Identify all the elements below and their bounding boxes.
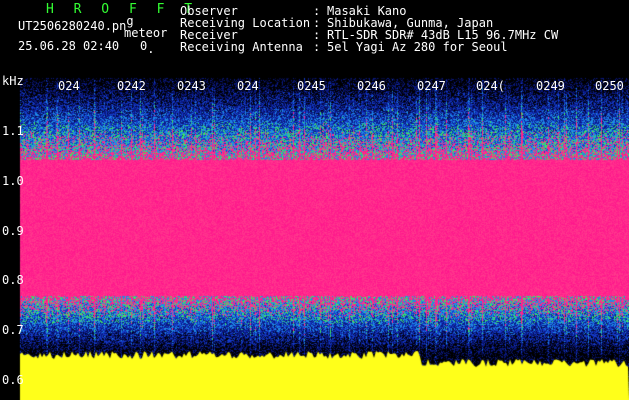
axis-tick-1-1: 1.1 — [2, 124, 24, 138]
time-label-0248: 024( — [476, 79, 505, 93]
axis-tick-0-8: 0.8 — [2, 273, 24, 287]
axis-tick-0-7: 0.7 — [2, 323, 24, 337]
antenna-separator: : — [313, 40, 321, 54]
time-label-0247: 0247 — [417, 79, 446, 93]
antenna-label: Receiving Antenna — [180, 40, 303, 54]
time-label-0242: 0242 — [117, 79, 146, 93]
time-label-0249: 0249 — [536, 79, 565, 93]
time-label-0244: 024 — [237, 79, 259, 93]
spectrogram-canvas — [0, 0, 629, 400]
antenna-value: 5el Yagi Az 280 for Seoul — [327, 40, 508, 54]
time-label-0241: 024 — [58, 79, 80, 93]
time-label-0246: 0246 — [357, 79, 386, 93]
axis-tick-0-9: 0.9 — [2, 224, 24, 238]
axis-unit-label: kHz — [2, 74, 24, 88]
file-name: UT2506280240.png — [18, 14, 134, 33]
time-label-0250: 0250 — [595, 79, 624, 93]
axis-tick-1-0: 1.0 — [2, 174, 24, 188]
date-time: 25.06.28 02:40 — [18, 39, 120, 53]
meteor-count: 0. — [140, 39, 155, 56]
axis-tick-0-6: 0.6 — [2, 373, 24, 387]
time-label-0245: 0245 — [297, 79, 326, 93]
meteor-label: meteor — [124, 26, 168, 40]
time-label-0243: 0243 — [177, 79, 206, 93]
app-title: H R O F F T — [46, 2, 199, 17]
